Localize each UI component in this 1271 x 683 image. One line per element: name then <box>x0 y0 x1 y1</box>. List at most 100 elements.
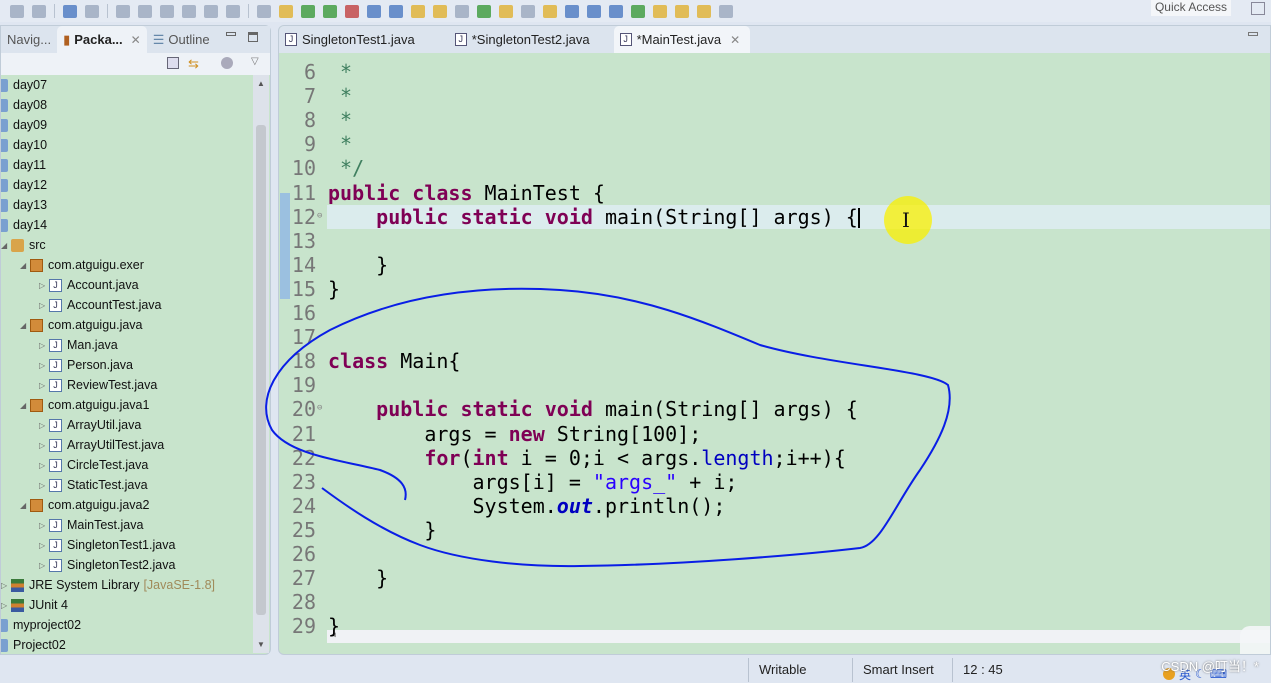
use-step-filters-icon[interactable] <box>257 4 271 18</box>
expanded-twisty-icon[interactable]: ◢ <box>1 241 11 250</box>
resume-icon[interactable] <box>116 4 130 18</box>
collapsed-twisty-icon[interactable]: ▷ <box>39 361 49 370</box>
external-tools-icon[interactable] <box>345 4 359 18</box>
close-icon[interactable]: ✕ <box>730 33 740 47</box>
tree-scrollbar[interactable]: ▲ ▼ <box>253 75 269 653</box>
code-line[interactable]: } <box>328 253 388 277</box>
expanded-twisty-icon[interactable]: ◢ <box>20 261 30 270</box>
show-whitespace-icon[interactable] <box>565 4 579 18</box>
suspend-icon[interactable] <box>138 4 152 18</box>
tree-item[interactable]: ◢ src <box>1 235 46 255</box>
skip-breakpoints-icon[interactable] <box>85 4 99 18</box>
expanded-twisty-icon[interactable]: ◢ <box>20 501 30 510</box>
collapsed-twisty-icon[interactable]: ▷ <box>39 341 49 350</box>
globe-icon[interactable] <box>609 4 623 18</box>
collapsed-twisty-icon[interactable]: ▷ <box>39 381 49 390</box>
tree-item[interactable]: myproject02 <box>1 615 81 635</box>
tree-item[interactable]: ▷ J ArrayUtilTest.java <box>39 435 164 455</box>
code-line[interactable]: * <box>328 108 352 132</box>
code-line[interactable]: System.out.println(); <box>328 494 725 518</box>
tree-item[interactable]: ▷ J Man.java <box>39 335 118 355</box>
tab-package-explorer[interactable]: ▮ Packa... ✕ <box>57 26 147 53</box>
code-line[interactable]: } <box>328 566 388 590</box>
code-line[interactable]: * <box>328 60 352 84</box>
tab-navigator[interactable]: Navig... <box>1 26 57 53</box>
scrollbar-thumb[interactable] <box>256 125 266 615</box>
pin-icon[interactable] <box>477 4 491 18</box>
block-selection-icon[interactable] <box>543 4 557 18</box>
new-web-icon[interactable] <box>367 4 381 18</box>
search-icon[interactable] <box>455 4 469 18</box>
filters-icon[interactable] <box>221 57 233 69</box>
tree-item[interactable]: day09 <box>1 115 47 135</box>
expanded-twisty-icon[interactable]: ◢ <box>20 401 30 410</box>
maximize-icon[interactable] <box>248 32 258 42</box>
code-line[interactable]: public static void main(String[] args) { <box>328 397 858 421</box>
tree-item[interactable]: ◢ com.atguigu.java1 <box>20 395 149 415</box>
tree-item[interactable]: ▷ J MainTest.java <box>39 515 143 535</box>
run-icon[interactable] <box>323 4 337 18</box>
open-perspective-icon[interactable] <box>1251 2 1265 15</box>
tab-singletontest1[interactable]: J SingletonTest1.java <box>279 26 425 53</box>
scroll-up-icon[interactable]: ▲ <box>257 79 265 88</box>
tab-outline[interactable]: ☰ Outline <box>147 26 216 53</box>
fold-toggle-icon[interactable]: ⊖ <box>317 403 322 413</box>
collapsed-twisty-icon[interactable]: ▷ <box>39 461 49 470</box>
collapsed-twisty-icon[interactable]: ▷ <box>39 561 49 570</box>
last-edit-icon[interactable] <box>675 4 689 18</box>
code-line[interactable]: args = new String[100]; <box>328 422 701 446</box>
code-line[interactable]: * <box>328 84 352 108</box>
collapsed-twisty-icon[interactable]: ▷ <box>39 281 49 290</box>
code-line[interactable]: for(int i = 0;i < args.length;i++){ <box>328 446 845 470</box>
collapsed-twisty-icon[interactable]: ▷ <box>39 541 49 550</box>
collapsed-twisty-icon[interactable]: ▷ <box>39 441 49 450</box>
code-line[interactable]: * <box>328 132 352 156</box>
collapsed-twisty-icon[interactable]: ▷ <box>39 421 49 430</box>
view-menu-icon[interactable]: ▽ <box>251 56 259 67</box>
quick-access-field[interactable]: Quick Access <box>1150 0 1231 16</box>
tree-item[interactable]: ▷ J AccountTest.java <box>39 295 162 315</box>
open-folder-icon[interactable] <box>433 4 447 18</box>
tree-item[interactable]: day08 <box>1 95 47 115</box>
code-line[interactable]: } <box>328 614 340 638</box>
tree-item[interactable]: ▷ J Person.java <box>39 355 133 375</box>
tree-item[interactable]: ▷ J StaticTest.java <box>39 475 148 495</box>
collapsed-twisty-icon[interactable]: ▷ <box>39 521 49 530</box>
step-return-icon[interactable] <box>226 4 240 18</box>
tree-item[interactable]: ▷ J CircleTest.java <box>39 455 148 475</box>
previous-annotation-icon[interactable] <box>653 4 667 18</box>
tree-item[interactable]: ◢ com.atguigu.exer <box>20 255 144 275</box>
code-line[interactable]: } <box>328 277 340 301</box>
tree-item[interactable]: ▷ J SingletonTest1.java <box>39 535 175 555</box>
tab-maintest[interactable]: J *MainTest.java ✕ <box>613 26 751 53</box>
code-line[interactable]: class Main{ <box>328 349 460 373</box>
code-line[interactable]: public class MainTest { <box>328 181 605 205</box>
new-java-project-icon[interactable] <box>411 4 425 18</box>
link-with-editor-icon[interactable]: ⇆ <box>188 56 199 72</box>
step-over-icon[interactable] <box>204 4 218 18</box>
tree-item[interactable]: Project02 <box>1 635 66 653</box>
collapse-all-icon[interactable] <box>167 57 179 69</box>
fold-toggle-icon[interactable]: ⊖ <box>317 211 322 221</box>
minimize-icon[interactable] <box>226 32 236 36</box>
coverage-icon[interactable] <box>279 4 293 18</box>
step-into-icon[interactable] <box>182 4 196 18</box>
minimize-icon[interactable] <box>1248 32 1258 36</box>
code-area[interactable]: ◀ 6 * 7 * 8 * 9 * 10 */ 11 public class MainTe… <box>279 53 1270 643</box>
collapsed-twisty-icon[interactable]: ▷ <box>1 581 11 590</box>
tree-item[interactable]: ▷ J SingletonTest2.java <box>39 555 175 575</box>
tree-item[interactable]: day14 <box>1 215 47 235</box>
next-annotation-icon[interactable] <box>631 4 645 18</box>
code-line[interactable]: */ <box>328 156 364 180</box>
terminate-icon[interactable] <box>160 4 174 18</box>
tree-item[interactable]: ▷ J ArrayUtil.java <box>39 415 141 435</box>
forward-icon[interactable] <box>719 4 733 18</box>
scroll-down-icon[interactable]: ▼ <box>257 640 265 649</box>
code-line[interactable]: args[i] = "args_" + i; <box>328 470 737 494</box>
tree-item[interactable]: day10 <box>1 135 47 155</box>
code-line[interactable]: } <box>328 518 436 542</box>
tree-item[interactable]: ▷ JRE System Library [JavaSE-1.8] <box>1 575 215 595</box>
collapsed-twisty-icon[interactable]: ▷ <box>39 481 49 490</box>
tab-singletontest2[interactable]: J *SingletonTest2.java <box>449 26 600 53</box>
collapsed-twisty-icon[interactable]: ▷ <box>1 601 11 610</box>
